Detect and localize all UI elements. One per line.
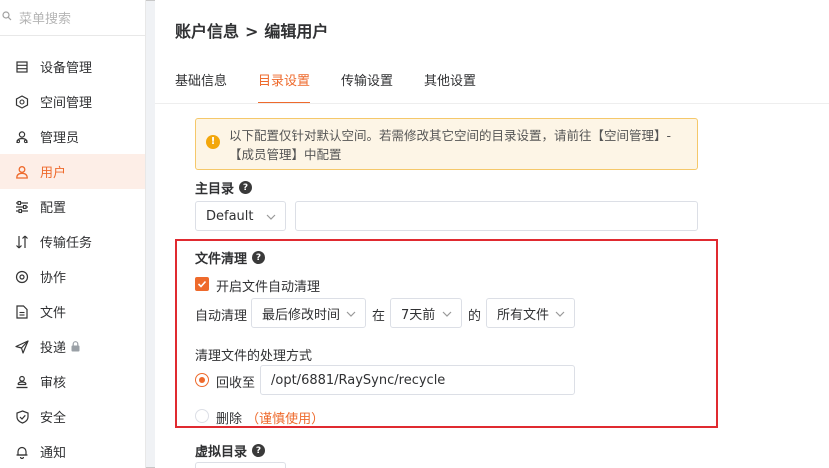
sliders-icon: [14, 199, 30, 215]
bell-icon: [14, 444, 30, 460]
tab-other-settings[interactable]: 其他设置: [424, 74, 476, 104]
sidebar-item-label: 传输任务: [40, 236, 93, 251]
sidebar-item-label: 投递: [40, 341, 67, 356]
tab-transfer-settings[interactable]: 传输设置: [341, 74, 393, 104]
auto-cleanup-text: 自动清理: [195, 309, 248, 324]
virtual-dir-label: 虚拟目录 ?: [195, 441, 266, 460]
delete-radio[interactable]: [195, 409, 209, 423]
period-select[interactable]: 7天前: [390, 298, 462, 328]
sidebar-item-send[interactable]: 投递: [0, 329, 145, 364]
delete-label-text: 删除: [216, 412, 243, 427]
send-icon: [14, 339, 30, 355]
server-icon: [14, 59, 30, 75]
auto-cleanup-label[interactable]: 开启文件自动清理: [216, 276, 320, 295]
delete-label[interactable]: 删除 （谨慎使用）: [216, 408, 324, 427]
chevron-down-icon: [266, 211, 276, 226]
search-icon: [2, 10, 16, 25]
shield-icon: [14, 409, 30, 425]
chevron-down-icon: [555, 308, 565, 323]
chevron-down-icon: [442, 308, 452, 323]
recycle-radio[interactable]: [195, 373, 209, 387]
breadcrumb-separator: >: [245, 22, 259, 41]
collaborate-icon: [14, 269, 30, 285]
sidebar-nav: 设备管理 空间管理 管理员 用户 配置 传输任务 协作 文件 投递 审核 安全 …: [0, 49, 145, 468]
time-field-value: 最后修改时间: [262, 307, 341, 323]
transfer-icon: [14, 234, 30, 250]
help-icon[interactable]: ?: [239, 181, 253, 194]
sidebar-item-label: 安全: [40, 411, 67, 426]
admin-icon: [14, 129, 30, 145]
menu-search[interactable]: 菜单搜索: [0, 0, 145, 36]
sidebar-item-config[interactable]: 配置: [0, 189, 145, 224]
menu-search-input[interactable]: 菜单搜索: [19, 8, 71, 27]
file-icon: [14, 304, 30, 320]
tab-divider: [155, 103, 829, 104]
main-dir-select-value: Default: [206, 208, 254, 224]
main-dir-label: 主目录 ?: [195, 178, 253, 197]
sidebar-item-label: 管理员: [40, 131, 80, 146]
tab-bar: 基础信息 目录设置 传输设置 其他设置: [175, 74, 507, 104]
cleanup-label: 文件清理 ?: [195, 248, 266, 267]
recycle-path-input[interactable]: /opt/6881/RaySync/recycle: [260, 365, 575, 395]
highlight-box: [175, 239, 718, 428]
sidebar-item-label: 用户: [40, 166, 67, 181]
space-icon: [14, 94, 30, 110]
tab-directory-settings[interactable]: 目录设置: [258, 74, 311, 104]
sidebar-item-label: 空间管理: [40, 96, 93, 111]
in-text: 在: [372, 309, 386, 324]
sidebar-item-label: 配置: [40, 201, 67, 216]
help-icon[interactable]: ?: [252, 444, 266, 457]
sidebar-item-collaborate[interactable]: 协作: [0, 259, 145, 294]
tab-basic-info[interactable]: 基础信息: [175, 74, 227, 104]
breadcrumb-current: 编辑用户: [264, 22, 329, 41]
sidebar-item-spaces[interactable]: 空间管理: [0, 84, 145, 119]
main-dir-select[interactable]: Default: [195, 201, 286, 231]
sidebar-item-audit[interactable]: 审核: [0, 364, 145, 399]
breadcrumb: 账户信息 > 编辑用户: [175, 18, 328, 42]
sidebar-item-label: 通知: [40, 446, 67, 461]
lock-icon: [71, 341, 80, 352]
virtual-dir-select[interactable]: [195, 462, 286, 468]
period-value: 7天前: [401, 307, 436, 323]
auto-cleanup-checkbox[interactable]: [195, 277, 209, 291]
sidebar-item-label: 审核: [40, 376, 67, 391]
warning-icon: !: [206, 135, 220, 149]
chevron-down-icon: [346, 308, 356, 323]
sidebar-item-users[interactable]: 用户: [0, 154, 145, 189]
sidebar-item-label: 文件: [40, 306, 67, 321]
notice-text: 以下配置仅针对默认空间。若需修改其它空间的目录设置，请前往【空间管理】-【成员管…: [229, 128, 672, 162]
user-icon: [14, 164, 30, 180]
notice-banner: ! 以下配置仅针对默认空间。若需修改其它空间的目录设置，请前往【空间管理】-【成…: [195, 118, 698, 170]
recycle-label[interactable]: 回收至: [216, 372, 255, 391]
file-scope-select[interactable]: 所有文件: [486, 298, 575, 328]
sidebar-item-notify[interactable]: 通知: [0, 434, 145, 468]
sidebar-item-devices[interactable]: 设备管理: [0, 49, 145, 84]
help-icon[interactable]: ?: [252, 251, 266, 264]
time-field-select[interactable]: 最后修改时间: [251, 298, 366, 328]
method-label: 清理文件的处理方式: [195, 349, 313, 364]
sidebar-item-label: 协作: [40, 271, 67, 286]
main-dir-label-text: 主目录: [195, 182, 235, 197]
sidebar-item-security[interactable]: 安全: [0, 399, 145, 434]
sidebar: 菜单搜索 设备管理 空间管理 管理员 用户 配置 传输任务 协作 文件 投递 审…: [0, 0, 146, 468]
sidebar-item-label: 设备管理: [40, 61, 93, 76]
sidebar-item-transfers[interactable]: 传输任务: [0, 224, 145, 259]
breadcrumb-parent[interactable]: 账户信息: [175, 22, 239, 41]
delete-caution: （谨慎使用）: [246, 412, 325, 427]
audit-icon: [14, 374, 30, 390]
file-scope-value: 所有文件: [497, 307, 550, 323]
main-dir-path-input[interactable]: [295, 201, 698, 231]
main-content: 账户信息 > 编辑用户 基础信息 目录设置 传输设置 其他设置 ! 以下配置仅针对默…: [155, 0, 829, 468]
sidebar-item-files[interactable]: 文件: [0, 294, 145, 329]
sidebar-item-admins[interactable]: 管理员: [0, 119, 145, 154]
of-text: 的: [468, 309, 482, 324]
cleanup-label-text: 文件清理: [195, 252, 248, 267]
virtual-dir-label-text: 虚拟目录: [195, 445, 248, 460]
